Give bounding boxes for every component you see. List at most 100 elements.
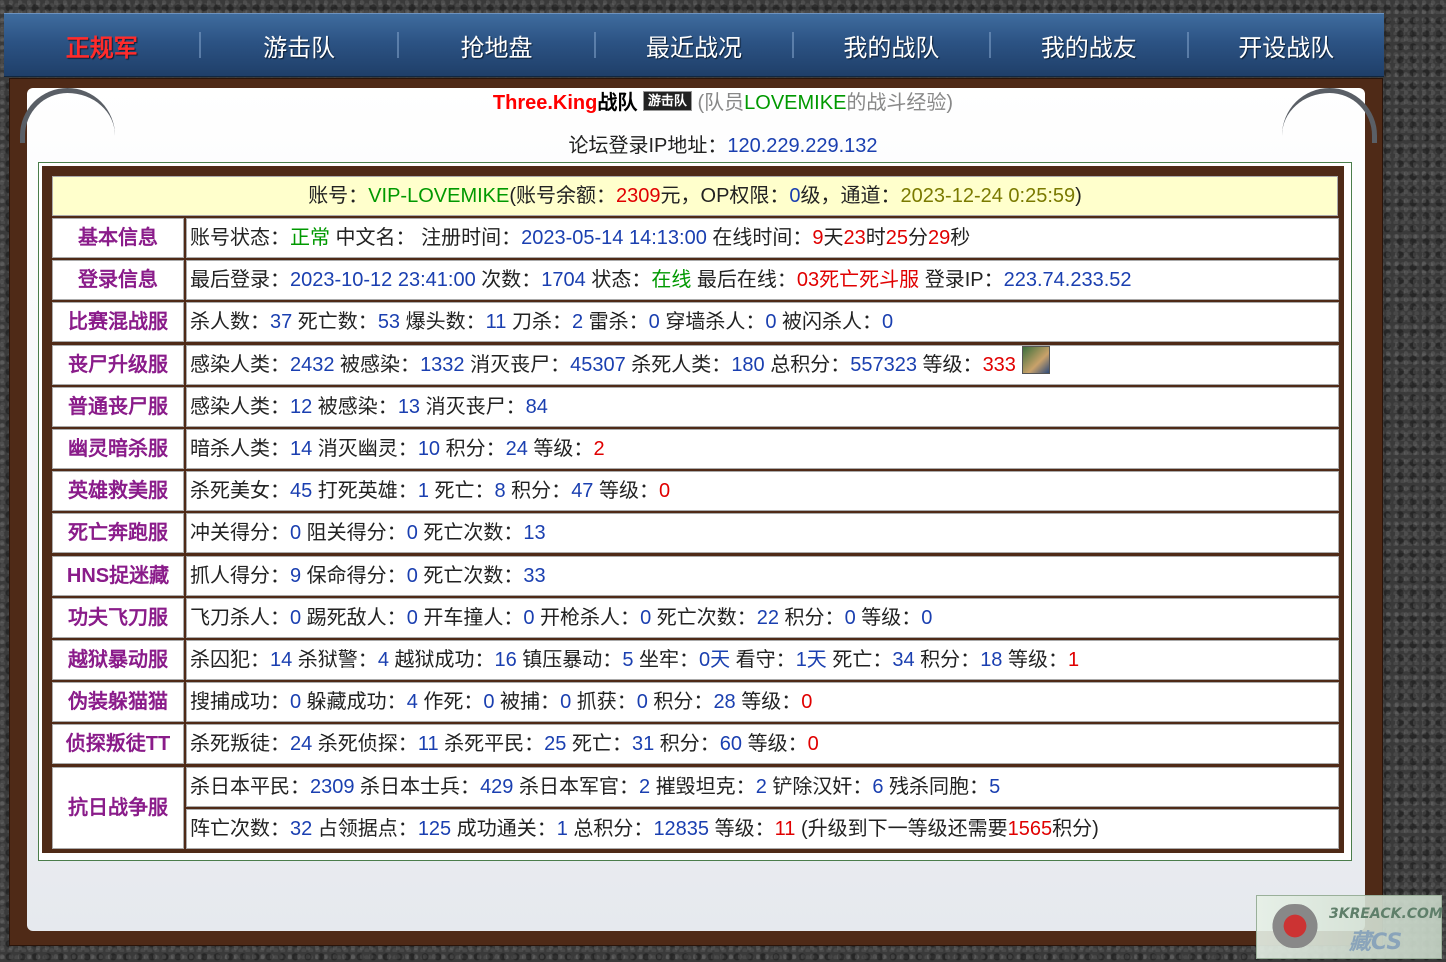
stat-value: 14 — [290, 438, 313, 460]
stat-label: 保命得分： — [301, 565, 407, 587]
member-desc-prefix: (队员 — [697, 92, 745, 114]
stat-label: 积分： — [505, 480, 572, 502]
stat-value: 0 — [648, 311, 660, 333]
stat-label: 等级： — [709, 818, 775, 840]
account-summary-row: 账号：VIP-LOVEMIKE(账号余额：2309元，OP权限：0级，通道：20… — [52, 176, 1338, 216]
stat-label: 最后登录： — [190, 269, 290, 291]
stat-label: 消灭幽灵： — [312, 438, 418, 460]
level-avatar-icon — [1021, 346, 1050, 374]
stat-label: 等级： — [593, 480, 659, 502]
stat-label: 越狱成功： — [388, 649, 495, 671]
team-header: Three.King战队 游击队 (队员LOVEMIKE的战斗经验) — [0, 88, 1446, 118]
stat-value: 12835 — [653, 818, 710, 840]
stat-value: 0 — [406, 565, 418, 587]
balance-label: (账号余额： — [509, 185, 617, 207]
stat-label: 成功通关： — [451, 818, 557, 840]
nav-separator — [791, 32, 794, 58]
stat-label: 状态： — [585, 269, 652, 291]
stat-label: 账号状态： — [190, 227, 290, 249]
account-label: 账号： — [308, 185, 369, 207]
stat-label: 阵亡次数： — [190, 818, 290, 840]
stat-label: 杀狱警： — [292, 649, 378, 671]
stat-label: 坐牢： — [633, 649, 699, 671]
stat-label: 积分： — [779, 607, 845, 629]
stat-label: 登录IP： — [919, 269, 1004, 291]
nav-item[interactable]: 我的战友 — [991, 28, 1186, 63]
stat-value: 180 — [731, 354, 765, 376]
stat-value: 84 — [525, 396, 548, 418]
stat-label: 残杀同胞： — [883, 776, 990, 798]
stat-value: 6 — [872, 776, 884, 798]
nav-item[interactable]: 最近战况 — [596, 28, 791, 63]
stat-value: 2023-10-12 23:41:00 — [290, 269, 476, 291]
stat-value: 333 — [982, 354, 1016, 376]
stat-value: 9 — [290, 565, 302, 587]
stat-value: 1332 — [420, 354, 465, 376]
stat-value: 16 — [494, 649, 517, 671]
stat-value: 2 — [755, 776, 767, 798]
stat-label: 在线时间： — [706, 227, 813, 249]
stat-value: 0 — [921, 607, 933, 629]
stat-label: 等级： — [742, 733, 808, 755]
nav-item[interactable]: 开设战队 — [1189, 28, 1384, 63]
stat-label: 等级： — [527, 438, 594, 460]
watermark-text-2: 藏CS — [1349, 930, 1403, 955]
stat-value: 53 — [377, 311, 401, 333]
stat-value: 12 — [290, 396, 313, 418]
row-label: 越狱暴动服 — [52, 640, 184, 680]
stat-label: 时 — [865, 227, 886, 249]
stat-value: 0 — [290, 691, 302, 713]
stat-label: 杀死侦探： — [312, 733, 418, 755]
stat-value: 29 — [928, 227, 951, 249]
stat-label: 摧毁坦克： — [650, 776, 756, 798]
stat-value: 正常 — [290, 227, 330, 249]
stat-label: 杀日本平民： — [190, 776, 310, 798]
row-value: 阵亡次数：32 占领据点：125 成功通关：1 总积分：12835 等级：11 … — [186, 809, 1339, 849]
stat-value: 28 — [713, 691, 736, 713]
stat-label: 冲关得分： — [190, 522, 290, 544]
nav-separator — [1186, 32, 1189, 58]
stat-value: 0 — [659, 480, 671, 502]
stat-label: 铲除汉奸： — [766, 776, 873, 798]
stat-label: 中文名： 注册时间： — [330, 227, 522, 249]
row-label: 英雄救美服 — [52, 471, 184, 511]
stat-value: 11 — [417, 733, 439, 755]
nav-item[interactable]: 抢地盘 — [399, 28, 594, 63]
stat-label: 积分： — [914, 649, 981, 671]
team-name[interactable]: Three.King — [493, 92, 597, 114]
member-name[interactable]: LOVEMIKE — [744, 92, 846, 114]
stat-value: 0 — [807, 733, 819, 755]
nav-item[interactable]: 游击队 — [201, 28, 396, 63]
nav-separator — [594, 32, 597, 58]
stat-label: 等级： — [1002, 649, 1068, 671]
team-suffix: 战队 — [597, 92, 638, 114]
stat-value: 4 — [377, 649, 389, 671]
stat-label: 阻关得分： — [301, 522, 407, 544]
stat-label: 杀死美女： — [190, 480, 290, 502]
row-value: 感染人类：2432 被感染：1332 消灭丧尸：45307 杀死人类：180 总… — [186, 345, 1339, 385]
stat-label: 感染人类： — [190, 396, 290, 418]
row-value: 杀日本平民：2309 杀日本士兵：429 杀日本军官：2 摧毁坦克：2 铲除汉奸… — [186, 767, 1339, 807]
stat-value: 2023-05-14 14:13:00 — [521, 227, 707, 249]
row-value: 最后登录：2023-10-12 23:41:00 次数：1704 状态：在线 最… — [186, 260, 1339, 300]
nav-separator — [199, 32, 202, 58]
stat-value: 45 — [290, 480, 313, 502]
stat-value: 24 — [290, 733, 313, 755]
stat-label: 杀日本士兵： — [354, 776, 481, 798]
stat-value: 0 — [844, 607, 856, 629]
stat-label: 死亡数： — [292, 311, 378, 333]
stat-value: 1天 — [795, 649, 827, 671]
nav-item[interactable]: 我的战队 — [794, 28, 989, 63]
stat-label: 抓人得分： — [190, 565, 290, 587]
stat-label: 杀死叛徒： — [190, 733, 290, 755]
op-unit: 级， — [800, 185, 841, 207]
forum-ip-line: 论坛登录IP地址：120.229.229.132 — [0, 132, 1446, 160]
row-label: 幽灵暗杀服 — [52, 429, 184, 469]
stat-label: 杀死人类： — [625, 354, 732, 376]
stat-label: 天 — [823, 227, 844, 249]
nav-item[interactable]: 正规军 — [4, 28, 199, 63]
stat-label: 被感染： — [312, 396, 398, 418]
row-value: 飞刀杀人：0 踢死敌人：0 开车撞人：0 开枪杀人：0 死亡次数：22 积分：0… — [186, 598, 1339, 638]
stat-label: 总积分： — [567, 818, 654, 840]
stat-label: 被闪杀人： — [776, 311, 883, 333]
